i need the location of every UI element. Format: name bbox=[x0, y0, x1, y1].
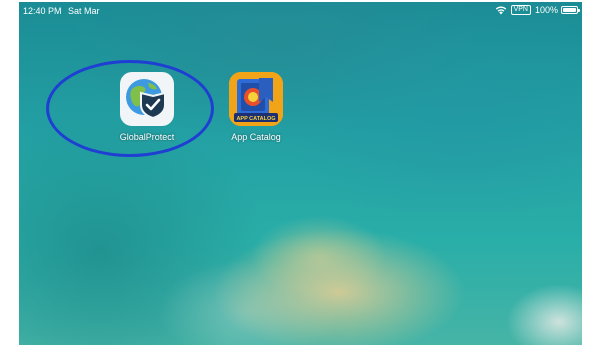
app-globalprotect[interactable]: GlobalProtect bbox=[107, 72, 187, 142]
catalog-book-icon: APP CATALOG bbox=[229, 72, 283, 126]
app-catalog-icon[interactable]: APP CATALOG bbox=[229, 72, 283, 126]
status-time: 12:40 PM bbox=[23, 6, 62, 16]
globe-shield-icon bbox=[126, 79, 166, 120]
app-label-app-catalog[interactable]: App Catalog bbox=[216, 132, 296, 142]
status-left: 12:40 PM Sat Mar bbox=[23, 6, 104, 16]
battery-fill bbox=[563, 8, 576, 12]
battery-icon bbox=[561, 6, 580, 14]
status-right: VPN 100% bbox=[495, 5, 580, 15]
app-app-catalog[interactable]: APP CATALOG App Catalog bbox=[216, 72, 296, 142]
app-catalog-icon-text: APP CATALOG bbox=[236, 116, 275, 122]
battery-percentage: 100% bbox=[534, 5, 558, 15]
globalprotect-icon[interactable] bbox=[120, 72, 174, 126]
status-date: Sat Mar bbox=[68, 6, 100, 16]
status-bar: 12:40 PM Sat Mar VPN 100% bbox=[19, 2, 582, 20]
vpn-badge: VPN bbox=[510, 5, 531, 15]
ipad-home-screen: 12:40 PM Sat Mar VPN 100% GlobalProtect … bbox=[19, 2, 582, 345]
app-label-globalprotect[interactable]: GlobalProtect bbox=[107, 132, 187, 142]
wifi-icon bbox=[495, 6, 506, 15]
